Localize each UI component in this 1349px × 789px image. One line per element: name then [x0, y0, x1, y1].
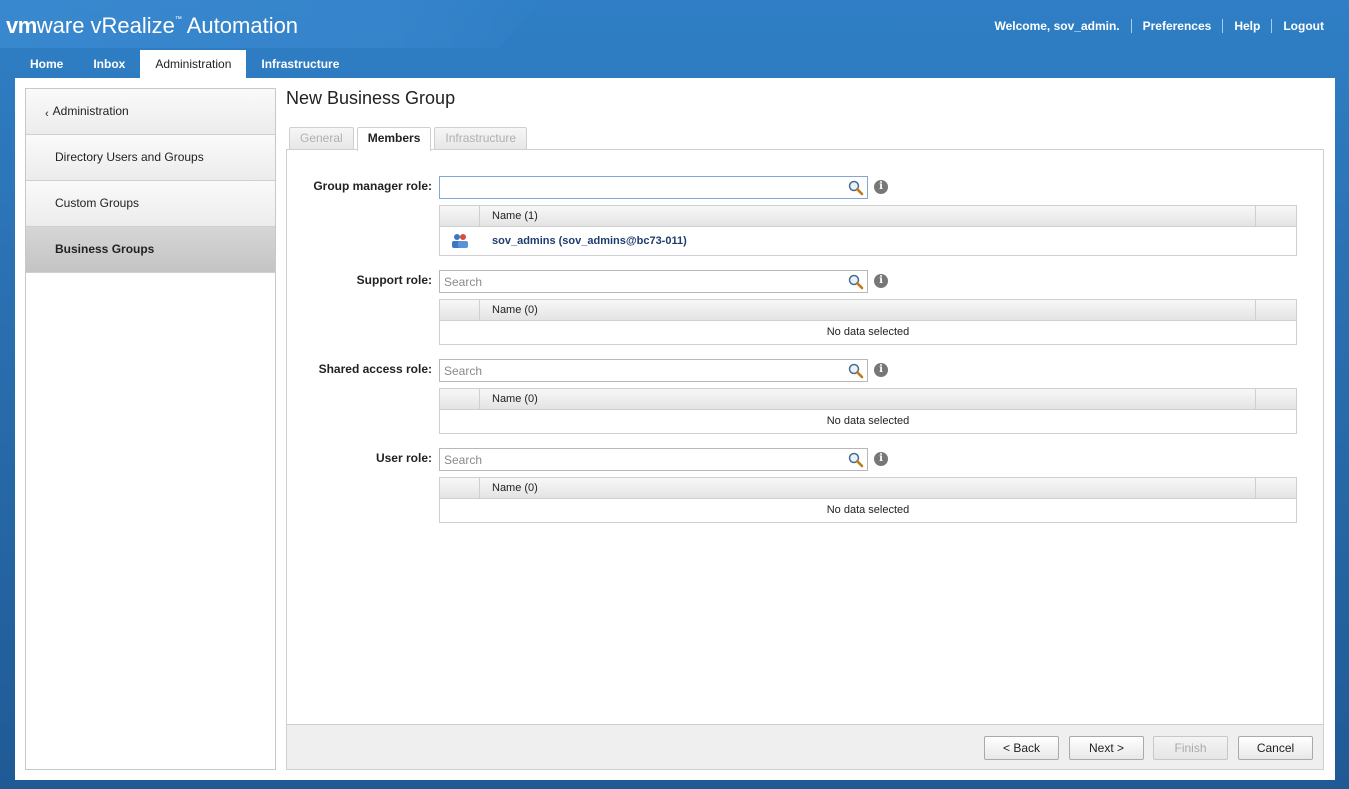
sidebar-item-custom-groups[interactable]: Custom Groups — [26, 181, 275, 227]
grid-icon-column — [440, 478, 480, 498]
page-title: New Business Group — [286, 88, 456, 108]
shared-access-role-label: Shared access role: — [318, 362, 432, 376]
user-role-search-input[interactable] — [440, 449, 867, 470]
grid-name-column[interactable]: Name (0) — [480, 389, 1255, 409]
vmware-logo: vmware vRealize™ Automation — [6, 13, 298, 39]
cancel-button[interactable]: Cancel — [1238, 736, 1313, 760]
grid-header: Name (0) — [440, 478, 1296, 499]
grid-header: Name (1) — [440, 206, 1296, 227]
member-name: sov_admins (sov_admins@bc73-011) — [492, 235, 687, 247]
members-panel: Group manager role: i Name (1) sov_admin… — [286, 149, 1324, 770]
support-grid: Name (0) No data selected — [439, 299, 1297, 345]
empty-message: No data selected — [826, 415, 910, 427]
user-links: Welcome, sov_admin. Preferences Help Log… — [994, 19, 1324, 33]
wizard-tabs: General Members Infrastructure — [289, 127, 530, 151]
sidebar-item-label: Administration — [52, 104, 129, 118]
group-manager-search-input[interactable] — [440, 177, 867, 198]
support-search-input[interactable] — [440, 271, 867, 292]
grid-extra-column — [1255, 389, 1296, 409]
logo-vm: vm — [6, 13, 37, 38]
wizard-footer: < Back Next > Finish Cancel — [287, 724, 1323, 769]
info-icon[interactable]: i — [874, 274, 888, 288]
chevron-left-icon: ‹ — [45, 108, 49, 120]
sidebar-item-directory-users-and-groups[interactable]: Directory Users and Groups — [26, 135, 275, 181]
info-icon[interactable]: i — [874, 180, 888, 194]
app-header: vmware vRealize™ Automation Welcome, sov_… — [0, 0, 1349, 50]
user-group-icon — [440, 233, 480, 249]
nav-tab-home[interactable]: Home — [15, 50, 78, 78]
trademark: ™ — [174, 16, 182, 23]
info-icon[interactable]: i — [874, 363, 888, 377]
grid-name-column[interactable]: Name (1) — [480, 206, 1255, 226]
grid-name-column[interactable]: Name (0) — [480, 478, 1255, 498]
group-manager-grid: Name (1) sov_admins (sov_admins@bc73-011… — [439, 205, 1297, 256]
logo-ware: ware — [36, 13, 85, 38]
welcome-text: Welcome, sov_admin. — [994, 19, 1120, 33]
back-button[interactable]: < Back — [984, 736, 1059, 760]
grid-icon-column — [440, 300, 480, 320]
sidebar: ‹ Administration Directory Users and Grou… — [25, 88, 276, 770]
main-nav: Home Inbox Administration Infrastructure — [15, 50, 354, 78]
tab-general[interactable]: General — [289, 127, 354, 150]
support-role-label: Support role: — [356, 273, 432, 287]
search-icon[interactable] — [847, 451, 865, 469]
support-search — [439, 270, 868, 293]
search-icon[interactable] — [847, 362, 865, 380]
nav-tab-inbox[interactable]: Inbox — [78, 50, 140, 78]
product-suffix: Automation — [181, 13, 299, 38]
shared-access-grid: Name (0) No data selected — [439, 388, 1297, 434]
table-row[interactable]: sov_admins (sov_admins@bc73-011) — [440, 227, 1296, 255]
preferences-link[interactable]: Preferences — [1132, 19, 1223, 33]
main-content: ‹ Administration Directory Users and Grou… — [15, 78, 1335, 780]
help-link[interactable]: Help — [1223, 19, 1271, 33]
nav-tab-administration[interactable]: Administration — [140, 50, 247, 78]
grid-name-column[interactable]: Name (0) — [480, 300, 1255, 320]
product-name-text: vRealize — [90, 13, 175, 38]
empty-message: No data selected — [826, 326, 910, 338]
tab-members[interactable]: Members — [356, 127, 432, 151]
grid-icon-column — [440, 389, 480, 409]
shared-access-search-input[interactable] — [440, 360, 867, 381]
grid-extra-column — [1255, 300, 1296, 320]
grid-extra-column — [1255, 206, 1296, 226]
group-manager-role-label: Group manager role: — [313, 179, 432, 193]
grid-icon-column — [440, 206, 480, 226]
empty-message: No data selected — [826, 504, 910, 516]
user-role-search — [439, 448, 868, 471]
user-role-label: User role: — [375, 451, 432, 465]
next-button[interactable]: Next > — [1069, 736, 1144, 760]
group-manager-search — [439, 176, 868, 199]
sidebar-item-administration-back[interactable]: ‹ Administration — [26, 89, 275, 135]
info-icon[interactable]: i — [874, 452, 888, 466]
shared-access-search — [439, 359, 868, 382]
product-name: vRealize™ Automation — [90, 13, 298, 38]
grid-extra-column — [1255, 478, 1296, 498]
tab-infrastructure[interactable]: Infrastructure — [434, 127, 528, 150]
user-role-grid: Name (0) No data selected — [439, 477, 1297, 523]
search-icon[interactable] — [847, 273, 865, 291]
sidebar-item-business-groups[interactable]: Business Groups — [26, 227, 275, 273]
search-icon[interactable] — [847, 179, 865, 197]
grid-header: Name (0) — [440, 300, 1296, 321]
finish-button[interactable]: Finish — [1153, 736, 1228, 760]
nav-tab-infrastructure[interactable]: Infrastructure — [246, 50, 354, 78]
logout-link[interactable]: Logout — [1272, 19, 1324, 33]
grid-header: Name (0) — [440, 389, 1296, 410]
